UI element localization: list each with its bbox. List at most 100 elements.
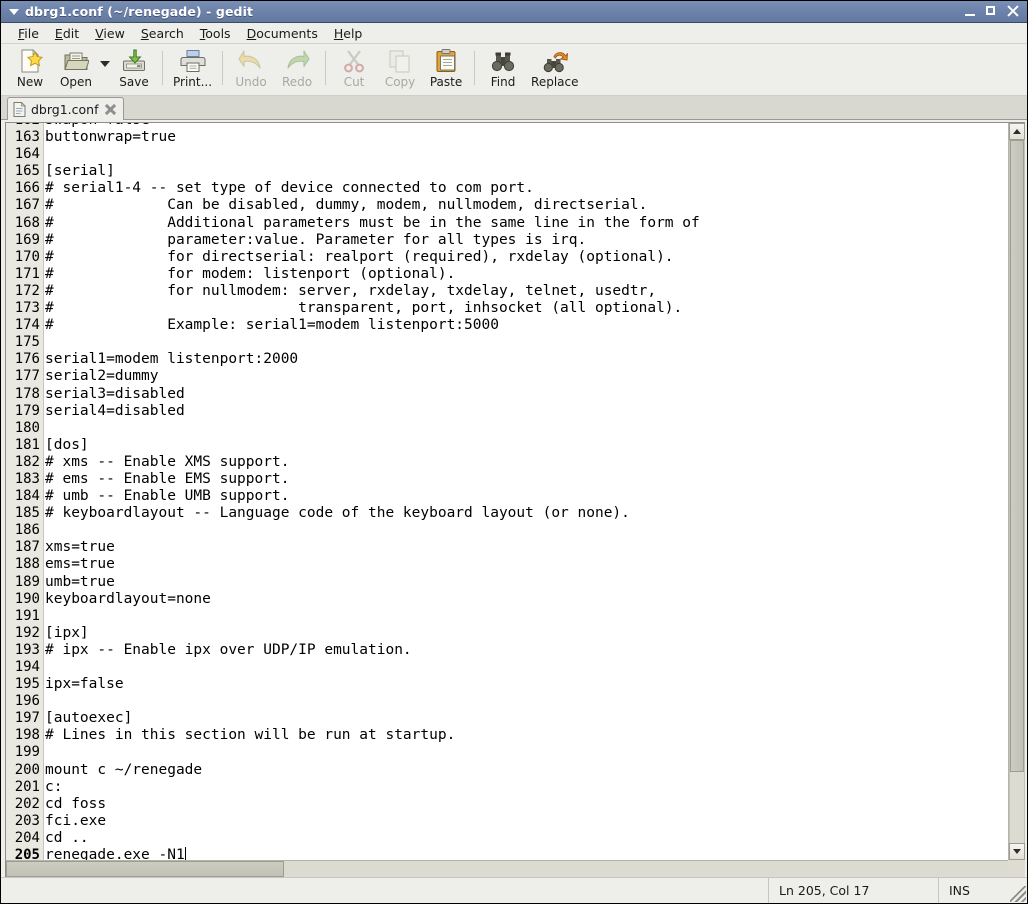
line-number: 186: [14, 522, 40, 539]
scrollbar-corner: [1008, 860, 1025, 877]
code-line: # ipx -- Enable ipx over UDP/IP emulatio…: [45, 641, 412, 658]
toolbar-new-label: New: [16, 75, 44, 89]
window-menu-arrow-icon[interactable]: [7, 5, 21, 19]
window-title: dbrg1.conf (~/renegade) - gedit: [25, 4, 254, 19]
menu-tools[interactable]: Tools: [192, 25, 239, 42]
resize-grip-icon[interactable]: [1009, 878, 1027, 903]
line-number: 184: [14, 488, 40, 505]
toolbar-paste-button[interactable]: Paste: [423, 47, 469, 89]
line-number: 204: [14, 829, 40, 846]
line-number: 171: [14, 265, 40, 282]
tab-label: dbrg1.conf: [31, 101, 99, 117]
menu-bar: File Edit View Search Tools Documents He…: [1, 23, 1027, 44]
toolbar-cut-label: Cut: [343, 75, 365, 89]
clipboard-paste-icon: [436, 49, 456, 72]
toolbar-save-label: Save: [119, 75, 149, 89]
menu-documents[interactable]: Documents: [239, 25, 326, 42]
toolbar-redo-button[interactable]: Redo: [274, 47, 320, 89]
code-line: renegade.exe -N1: [45, 847, 186, 860]
code-line: ems=true: [45, 556, 115, 573]
tab-close-icon[interactable]: [104, 103, 117, 116]
toolbar-undo-button[interactable]: Undo: [228, 47, 274, 89]
copy-pages-icon: [389, 50, 410, 73]
menu-view[interactable]: View: [87, 25, 133, 42]
horizontal-scrollbar[interactable]: [5, 860, 1025, 877]
code-line: c:: [45, 778, 63, 795]
line-number: 195: [14, 676, 40, 693]
line-number: 182: [14, 453, 40, 470]
toolbar-open-button[interactable]: Open: [53, 47, 99, 89]
line-number: 193: [14, 641, 40, 658]
open-dropdown-chevron-down-icon[interactable]: [99, 61, 111, 67]
line-number: 180: [14, 419, 40, 436]
toolbar-cut-button[interactable]: Cut: [331, 47, 377, 89]
line-number: 164: [14, 146, 40, 163]
toolbar-find-button[interactable]: Find: [480, 47, 526, 89]
menu-help[interactable]: Help: [326, 25, 371, 42]
toolbar-undo-label: Undo: [235, 75, 267, 89]
toolbar-print-button[interactable]: Print...: [168, 47, 217, 89]
line-number: 168: [14, 214, 40, 231]
scroll-up-arrow-icon[interactable]: [1009, 123, 1025, 140]
line-number: 183: [14, 470, 40, 487]
toolbar: New Open Save Print... Undo Redo Cut Cop…: [1, 44, 1027, 96]
toolbar-separator-1: [162, 51, 163, 85]
printer-icon: [180, 50, 206, 72]
binoculars-icon: [491, 52, 515, 72]
line-number: 189: [14, 573, 40, 590]
vertical-scroll-thumb[interactable]: [1010, 140, 1024, 772]
line-number: 188: [14, 556, 40, 573]
code-line: keyboardlayout=none: [45, 590, 211, 607]
window-controls: [963, 4, 1025, 19]
code-line: # transparent, port, inhsocket (all opti…: [45, 300, 683, 317]
toolbar-find-label: Find: [490, 75, 516, 89]
toolbar-redo-label: Redo: [281, 75, 313, 89]
line-number: 165: [14, 163, 40, 180]
toolbar-copy-button[interactable]: Copy: [377, 47, 423, 89]
line-number: 178: [14, 385, 40, 402]
menu-file[interactable]: File: [10, 25, 47, 42]
horizontal-scroll-thumb[interactable]: [6, 861, 284, 877]
code-line: # Lines in this section will be run at s…: [45, 727, 456, 744]
binoculars-replace-icon: [543, 52, 568, 73]
line-number: 199: [14, 744, 40, 761]
source-view[interactable]: 1621631641651661671681691701711721731741…: [6, 123, 1008, 860]
code-line: xms=true: [45, 539, 115, 556]
line-number: 166: [14, 180, 40, 197]
code-text-area[interactable]: swapon=falsebuttonwrap=true[serial]# ser…: [44, 123, 1008, 860]
toolbar-replace-button[interactable]: Replace: [526, 47, 583, 89]
open-folder-icon: [64, 52, 89, 70]
maximize-button[interactable]: [984, 4, 999, 19]
text-caret: [184, 847, 186, 860]
horizontal-scroll-track[interactable]: [6, 860, 1008, 877]
scissors-icon: [344, 50, 364, 73]
line-number: 201: [14, 778, 40, 795]
redo-arrow-icon: [287, 50, 310, 69]
line-number: 172: [14, 282, 40, 299]
code-line: buttonwrap=true: [45, 129, 176, 146]
scroll-down-arrow-icon[interactable]: [1009, 843, 1025, 860]
toolbar-save-button[interactable]: Save: [111, 47, 157, 89]
toolbar-separator-2: [222, 51, 224, 85]
toolbar-new-button[interactable]: New: [7, 47, 53, 89]
line-number-gutter: 1621631641651661671681691701711721731741…: [6, 123, 44, 860]
vertical-scroll-track[interactable]: [1009, 140, 1025, 843]
minimize-button[interactable]: [963, 4, 978, 19]
menu-search[interactable]: Search: [133, 25, 192, 42]
line-number: 169: [14, 231, 40, 248]
tab-dbrg1-conf[interactable]: dbrg1.conf: [7, 97, 124, 120]
close-button[interactable]: [1005, 4, 1020, 19]
toolbar-paste-label: Paste: [429, 75, 463, 89]
line-number: 192: [14, 624, 40, 641]
vertical-scrollbar[interactable]: [1008, 123, 1025, 860]
code-line: mount c ~/renegade: [45, 761, 203, 778]
code-line: [ipx]: [45, 624, 89, 641]
line-number: 177: [14, 368, 40, 385]
menu-edit[interactable]: Edit: [47, 25, 87, 42]
code-line: # ems -- Enable EMS support.: [45, 470, 290, 487]
